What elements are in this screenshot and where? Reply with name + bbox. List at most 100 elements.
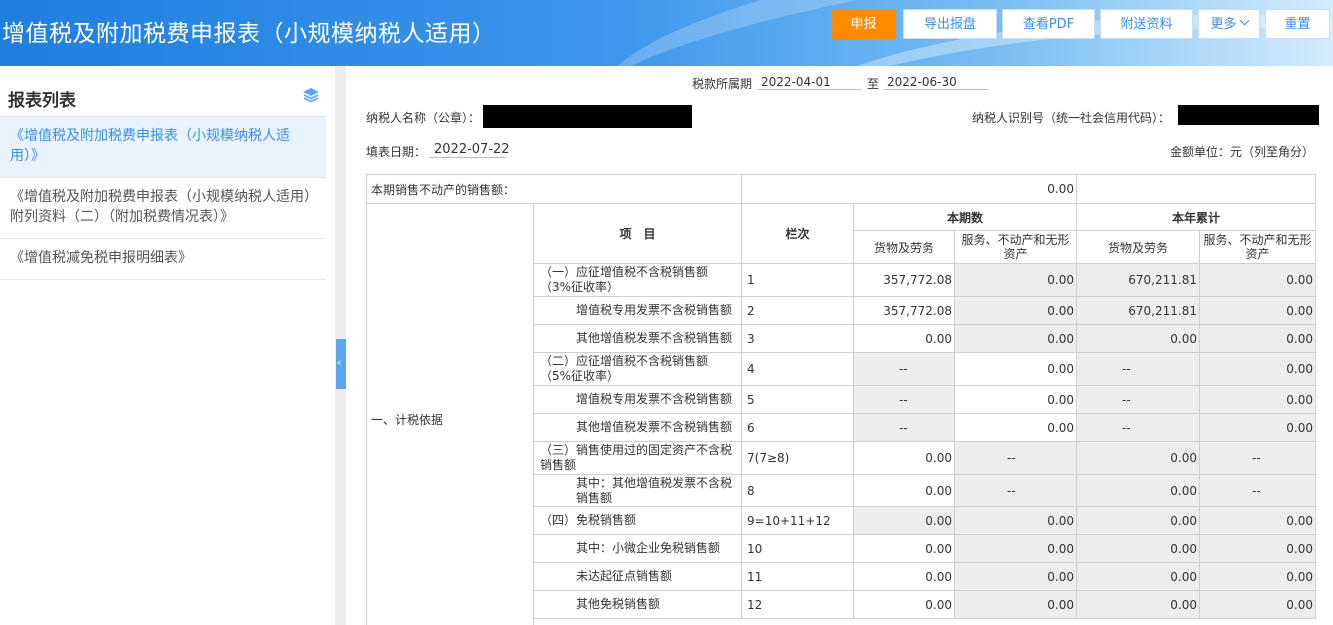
amount-cell: 0.00	[955, 264, 1077, 297]
amount-cell: 0.00	[1200, 353, 1316, 386]
amount-cell: 0.00	[1077, 535, 1200, 563]
taxpayer-id-label: 纳税人识别号（统一社会信用代码）：	[972, 111, 1171, 125]
amount-cell: 0.00	[1077, 507, 1200, 535]
amount-cell: 0.00	[1200, 414, 1316, 442]
fill-date-field[interactable]: 2022-07-22	[429, 142, 510, 158]
taxpayer-name-label: 纳税人名称（公章）：	[366, 111, 481, 125]
sidebar-item-main-form[interactable]: 《增值税及附加税费申报表（小规模纳税人适用）》	[0, 117, 326, 178]
declare-button[interactable]: 申报	[831, 9, 896, 39]
export-button[interactable]: 导出报盘	[903, 9, 997, 39]
reset-button[interactable]: 重置	[1265, 9, 1330, 39]
row-item-label: 其他增值税发票不含税销售额	[534, 414, 742, 442]
amount-cell[interactable]: 0.00	[854, 325, 955, 353]
row-item-label: （三）销售使用过的固定资产不含税销售额	[534, 442, 742, 475]
amount-cell: 0.00	[1200, 325, 1316, 353]
page-title: 增值税及附加税费申报表（小规模纳税人适用）	[2, 21, 496, 47]
amount-cell[interactable]: 357,772.08	[854, 297, 955, 325]
amount-cell: --	[854, 414, 955, 442]
amount-cell: 0.00	[1200, 264, 1316, 297]
amount-cell: --	[1077, 353, 1200, 386]
layers-icon[interactable]	[302, 86, 320, 104]
form-panel: 税款所属期 2022-04-01 至 2022-06-30 纳税人名称（公章）：…	[346, 66, 1333, 625]
row-col-number: 12	[742, 591, 854, 619]
amount-cell: --	[1077, 414, 1200, 442]
period-end-field: 2022-06-30	[884, 75, 988, 90]
row-item-label: 其中：其他增值税发票不含税销售额	[534, 475, 742, 507]
declaration-table: 本期销售不动产的销售额： 0.00 一、计税依据 项 目 栏次 本期数 本年累计…	[366, 174, 1316, 625]
sidebar-item-attachment-two[interactable]: 《增值税及附加税费申报表（小规模纳税人适用）附列资料（二）（附加税费情况表）》	[0, 178, 326, 239]
attach-button[interactable]: 附送资料	[1100, 9, 1193, 39]
sidebar-item-exemption-detail[interactable]: 《增值税减免税申报明细表》	[0, 239, 326, 280]
row-col-number: 7(7≥8)	[742, 442, 854, 475]
amount-cell: 0.00	[1200, 297, 1316, 325]
realestate-value: 0.00	[742, 175, 1077, 204]
amount-cell: 0.00	[1077, 475, 1200, 507]
amount-cell: 0.00	[1200, 563, 1316, 591]
amount-cell[interactable]: 0.00	[854, 591, 955, 619]
row-item-label: （一）应征增值税不含税销售额（3%征收率）	[534, 264, 742, 297]
amount-cell: 670,211.81	[1077, 297, 1200, 325]
header-item: 项 目	[534, 204, 742, 264]
collapse-sidebar-button[interactable]: ‹	[336, 339, 346, 389]
amount-cell: 0.00	[1077, 442, 1200, 475]
header-services: 服务、不动产和无形资产	[955, 231, 1077, 264]
row-col-number: 10	[742, 535, 854, 563]
amount-cell: 670,211.81	[1077, 264, 1200, 297]
amount-cell: 0.00	[955, 297, 1077, 325]
row-col-number: 4	[742, 353, 854, 386]
sidebar-item-label: 《增值税及附加税费申报表（小规模纳税人适用）附列资料（二）（附加税费情况表）》	[10, 189, 311, 225]
row-col-number: 8	[742, 475, 854, 507]
row-item-label: 其中：小微企业免税销售额	[534, 535, 742, 563]
view-pdf-button[interactable]: 查看PDF	[1002, 9, 1095, 39]
empty-cell	[1077, 175, 1316, 204]
sidebar-item-label: 《增值税及附加税费申报表（小规模纳税人适用）》	[10, 128, 290, 164]
amount-unit-label: 金额单位：元（列至角分）	[1170, 145, 1315, 159]
period-label: 税款所属期	[692, 77, 753, 91]
sidebar: 报表列表 《增值税及附加税费申报表（小规模纳税人适用）》 《增值税及附加税费申报…	[0, 66, 335, 625]
amount-cell: 0.00	[955, 507, 1077, 535]
amount-cell: 0.00	[955, 563, 1077, 591]
more-dropdown[interactable]: 更多	[1198, 9, 1260, 39]
header-services: 服务、不动产和无形资产	[1200, 231, 1316, 264]
row-col-number: 2	[742, 297, 854, 325]
amount-cell: 0.00	[955, 325, 1077, 353]
header-goods: 货物及劳务	[854, 231, 955, 264]
amount-cell[interactable]: 0.00	[854, 535, 955, 563]
redacted-taxpayer-name	[483, 105, 692, 128]
amount-cell: --	[854, 386, 955, 414]
row-item-label: 未达起征点销售额	[534, 563, 742, 591]
row-col-number: 9=10+11+12	[742, 507, 854, 535]
row-col-number: 3	[742, 325, 854, 353]
amount-cell[interactable]: 0.00	[955, 414, 1077, 442]
header-goods: 货物及劳务	[1077, 231, 1200, 264]
realestate-label: 本期销售不动产的销售额：	[367, 175, 742, 204]
amount-cell: 0.00	[1200, 591, 1316, 619]
row-item-label: 其他增值税发票不含税销售额	[534, 325, 742, 353]
amount-cell[interactable]: 0.00	[955, 386, 1077, 414]
amount-cell: --	[854, 353, 955, 386]
row-col-number: 11	[742, 563, 854, 591]
amount-cell[interactable]: 0.00	[955, 353, 1077, 386]
chevron-down-icon	[1239, 15, 1249, 26]
amount-cell: 0.00	[1200, 507, 1316, 535]
header-col: 栏次	[742, 204, 854, 264]
period-start-field: 2022-04-01	[758, 75, 861, 90]
app-header: 增值税及附加税费申报表（小规模纳税人适用） 申报 导出报盘 查看PDF 附送资料…	[0, 0, 1333, 66]
more-label: 更多	[1210, 17, 1237, 32]
chevron-left-icon: ‹	[337, 356, 342, 369]
amount-cell[interactable]: 0.00	[854, 475, 955, 507]
amount-cell: --	[1077, 386, 1200, 414]
amount-cell[interactable]: 357,772.08	[854, 264, 955, 297]
amount-cell: 0.00	[955, 591, 1077, 619]
sidebar-header: 报表列表	[0, 80, 326, 119]
amount-cell: 0.00	[1077, 325, 1200, 353]
period-to-label: 至	[867, 77, 880, 91]
fill-date-label: 填表日期：	[366, 145, 427, 159]
amount-cell: --	[1200, 442, 1316, 475]
row-col-number: 6	[742, 414, 854, 442]
amount-cell: 0.00	[1077, 591, 1200, 619]
amount-cell[interactable]: 0.00	[854, 442, 955, 475]
row-item-label: 其他免税销售额	[534, 591, 742, 619]
amount-cell[interactable]: 0.00	[854, 563, 955, 591]
row-item-label: （二）应征增值税不含税销售额（5%征收率）	[534, 353, 742, 386]
